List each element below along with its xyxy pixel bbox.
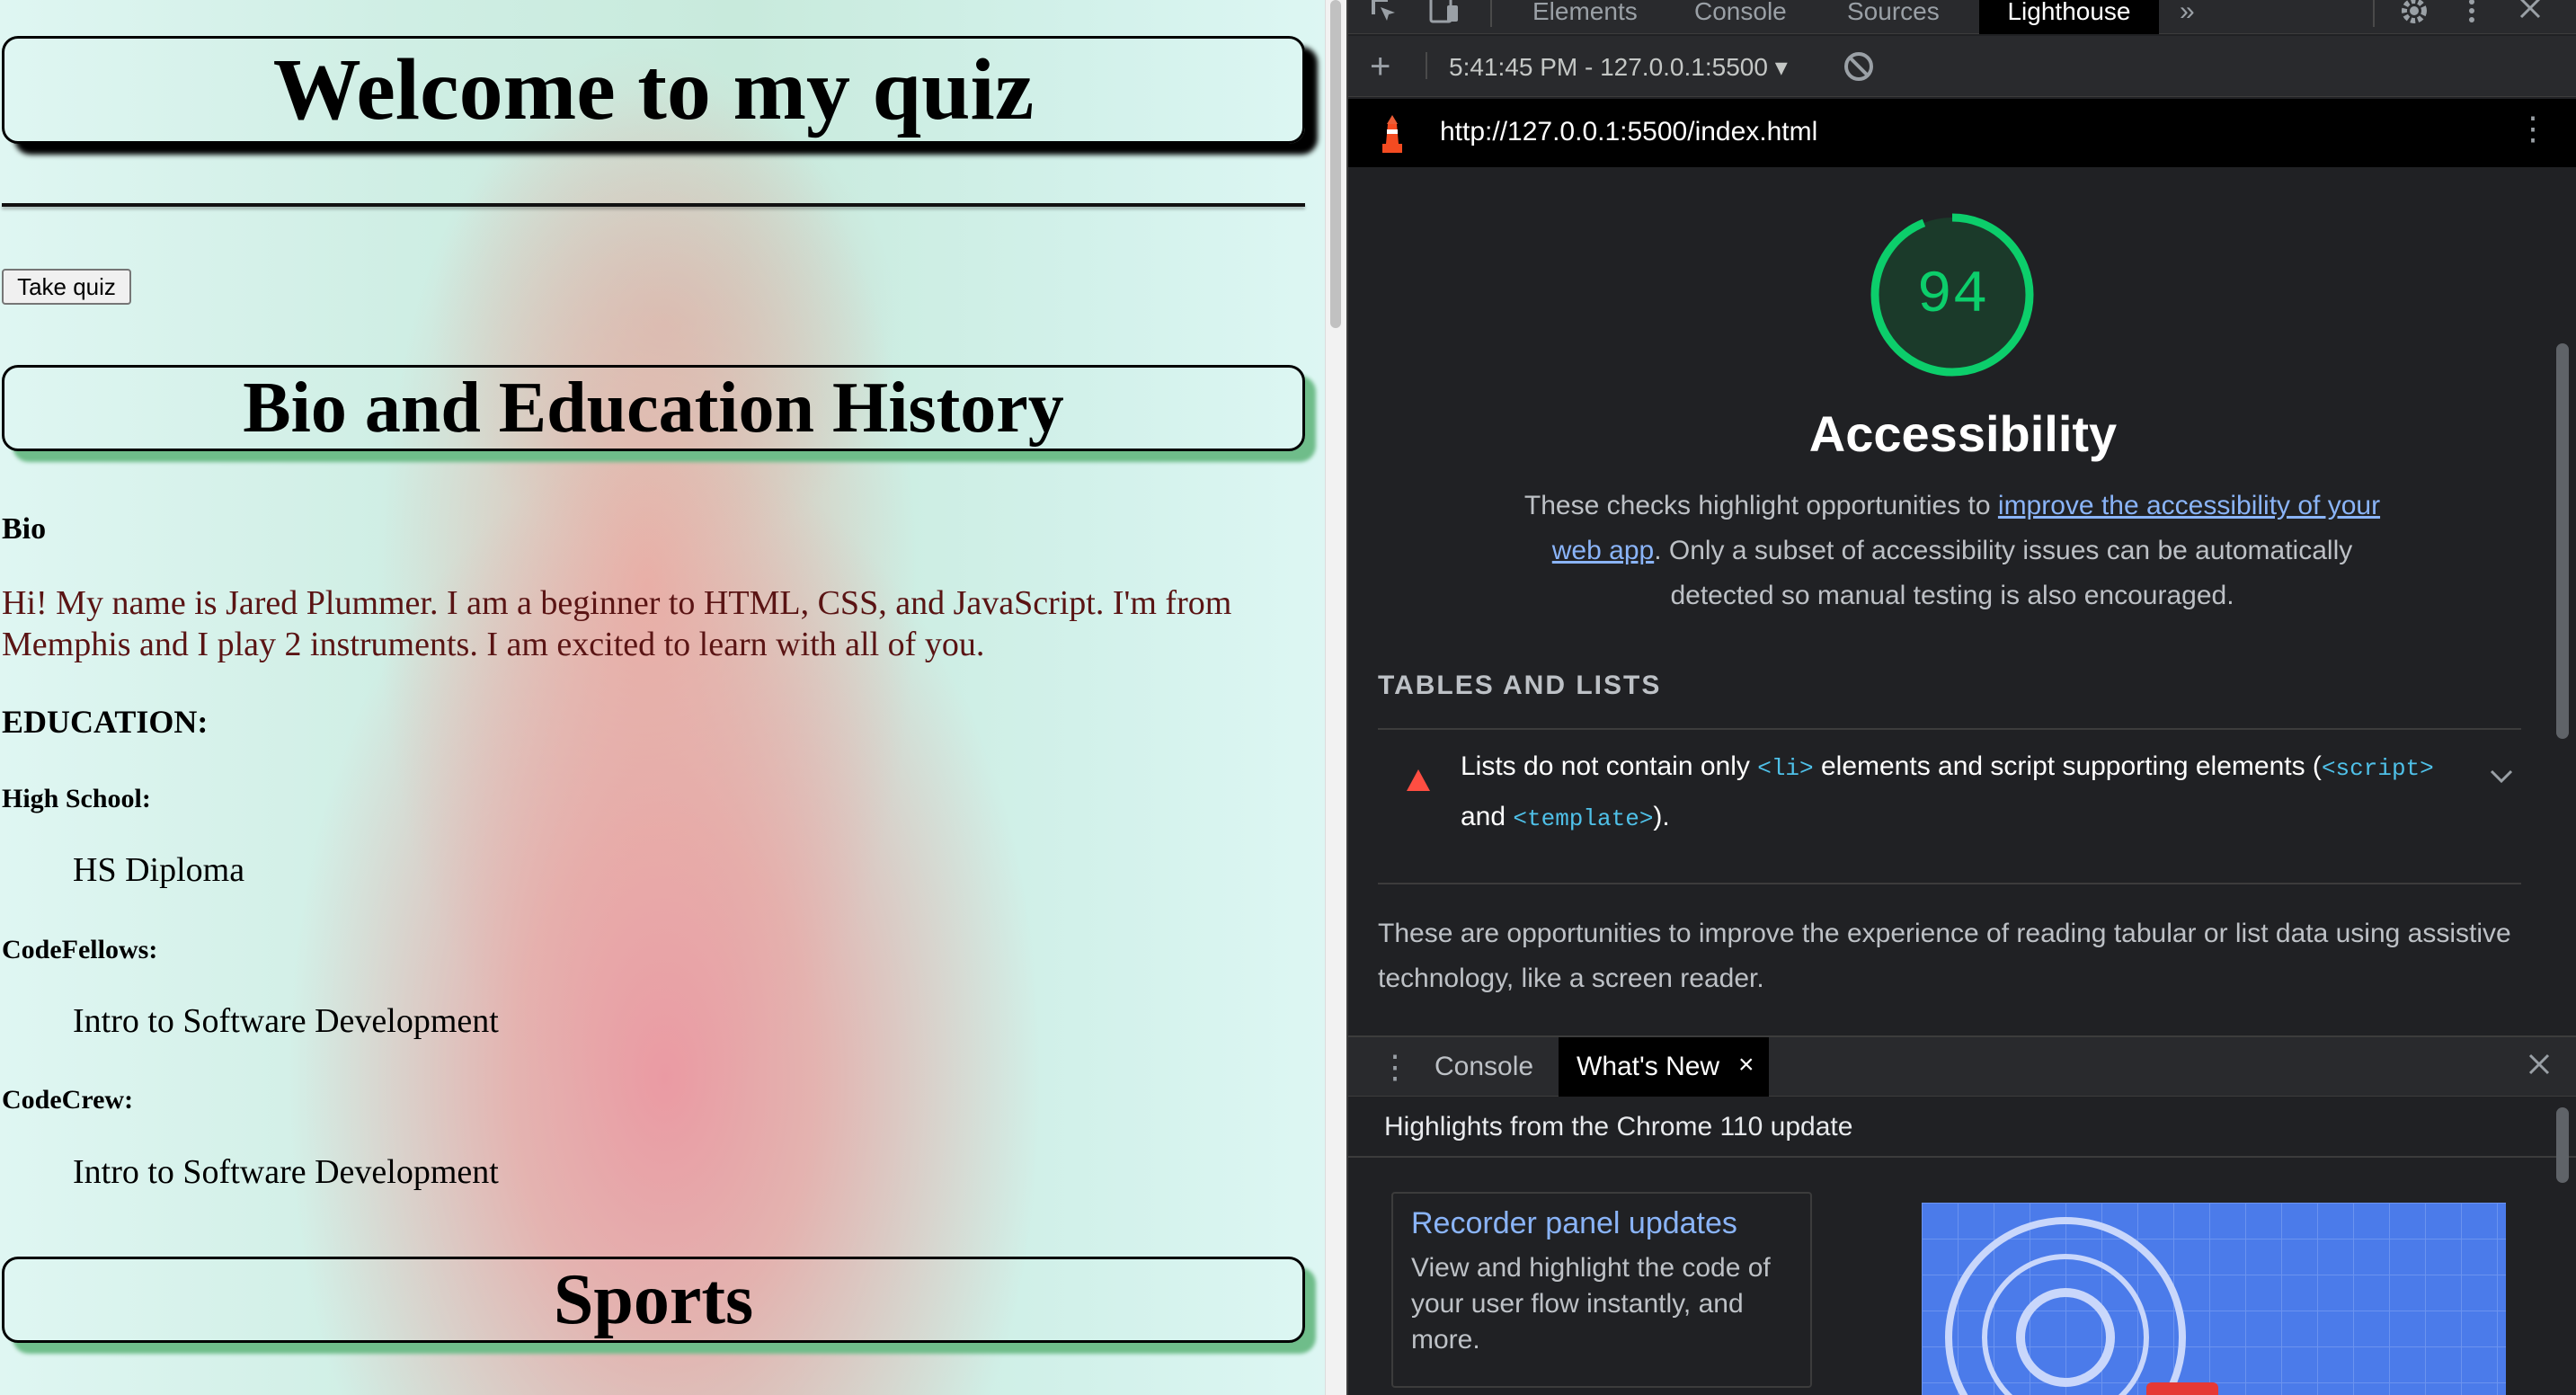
score-value: 94 — [1916, 261, 1988, 329]
education-label: EDUCATION: — [2, 704, 209, 740]
lighthouse-toolbar: + 5:41:45 PM - 127.0.0.1:5500 ▾ — [1348, 36, 2576, 97]
education-label-codefellows: CodeFellows: — [2, 935, 158, 964]
drawer-tab-bar: ⋮ Console What's New × — [1348, 1035, 2576, 1097]
whats-new-header: Highlights from the Chrome 110 update — [1348, 1098, 2576, 1158]
devtools-toolbar: Elements Console Sources Lighthouse » — [1348, 0, 2576, 34]
tab-lighthouse[interactable]: Lighthouse — [1979, 0, 2159, 34]
category-title: Accessibility — [1808, 405, 2118, 462]
inspect-icon[interactable] — [1368, 0, 1399, 33]
drawer-menu-icon[interactable]: ⋮ — [1379, 1048, 1411, 1086]
education-value-high-school: HS Diploma — [73, 851, 245, 889]
education-value-codefellows: Intro to Software Development — [73, 1002, 499, 1040]
devtools-panel: Elements Console Sources Lighthouse » + … — [1346, 0, 2576, 1395]
more-tabs-icon[interactable]: » — [2180, 0, 2195, 34]
report-scrollbar-thumb[interactable] — [2556, 343, 2569, 739]
close-devtools-icon[interactable] — [2517, 0, 2544, 30]
clear-reports-icon[interactable] — [1844, 52, 1873, 81]
tab-elements[interactable]: Elements — [1532, 0, 1638, 34]
close-tab-icon[interactable]: × — [1738, 1050, 1754, 1080]
take-quiz-button[interactable]: Take quiz — [2, 269, 131, 305]
education-value-codecrew: Intro to Software Development — [73, 1153, 499, 1191]
divider — [1378, 728, 2521, 730]
feature-card-description: View and highlight the code of your user… — [1411, 1253, 1771, 1355]
toolbar-separator — [1426, 52, 1427, 79]
bio-label: Bio — [2, 512, 47, 546]
chevron-down-icon[interactable] — [2489, 759, 2514, 792]
whats-new-scrollbar-thumb[interactable] — [2556, 1107, 2569, 1183]
feature-card[interactable]: Recorder panel updates View and highligh… — [1391, 1192, 1812, 1388]
whats-new-panel: Highlights from the Chrome 110 update Re… — [1348, 1098, 2576, 1395]
add-report-icon[interactable]: + — [1370, 47, 1390, 87]
audit-title: Lists do not contain only <li> elements … — [1461, 751, 2434, 832]
audit-row[interactable]: Lists do not contain only <li> elements … — [1378, 732, 2521, 832]
audit-group-title: TABLES AND LISTS — [1378, 671, 1662, 700]
toolbar-separator — [1490, 0, 1492, 27]
bio-heading: Bio and Education History — [2, 365, 1305, 451]
device-toggle-icon[interactable] — [1429, 0, 1460, 33]
toolbar-separator — [2373, 0, 2375, 27]
settings-icon[interactable] — [2398, 0, 2430, 35]
tab-sources[interactable]: Sources — [1847, 0, 1940, 34]
drawer-tab-whats-new-label: What's New — [1577, 1052, 1720, 1081]
kebab-menu-icon[interactable] — [2467, 0, 2476, 35]
drawer-tab-whats-new[interactable]: What's New × — [1559, 1037, 1769, 1097]
feature-illustration — [1922, 1203, 2506, 1395]
divider — [1378, 883, 2521, 884]
tab-console[interactable]: Console — [1694, 0, 1787, 34]
web-page: Welcome to my quiz Take quiz Bio and Edu… — [0, 0, 1346, 1395]
welcome-heading: Welcome to my quiz — [2, 36, 1305, 144]
education-label-high-school: High School: — [2, 784, 151, 813]
fail-triangle-icon — [1407, 769, 1430, 791]
report-select[interactable]: 5:41:45 PM - 127.0.0.1:5500 ▾ — [1449, 52, 1788, 82]
report-url[interactable]: http://127.0.0.1:5500/index.html — [1440, 117, 1817, 147]
drawer-tab-console[interactable]: Console — [1435, 1052, 1533, 1082]
bio-text: Hi! My name is Jared Plummer. I am a beg… — [2, 584, 1232, 663]
horizontal-rule — [2, 203, 1305, 207]
sports-heading: Sports — [2, 1257, 1305, 1343]
lighthouse-report: 94 Accessibility These checks highlight … — [1348, 167, 2576, 1034]
close-drawer-icon[interactable] — [2526, 1048, 2553, 1086]
report-menu-icon[interactable]: ⋮ — [2517, 110, 2549, 147]
lighthouse-logo-icon — [1382, 115, 1402, 153]
description-text-before: These checks highlight opportunities to — [1523, 491, 1998, 520]
audit-group-description: These are opportunities to improve the e… — [1378, 919, 2511, 993]
description-text-after: . Only a subset of accessibility issues … — [1654, 536, 2353, 610]
category-description: These checks highlight opportunities to … — [1503, 484, 2402, 618]
education-label-codecrew: CodeCrew: — [2, 1085, 134, 1115]
page-scrollbar-thumb[interactable] — [1330, 0, 1341, 328]
feature-card-title[interactable]: Recorder panel updates — [1411, 1206, 1792, 1241]
report-url-bar: http://127.0.0.1:5500/index.html ⋮ — [1348, 99, 2576, 167]
